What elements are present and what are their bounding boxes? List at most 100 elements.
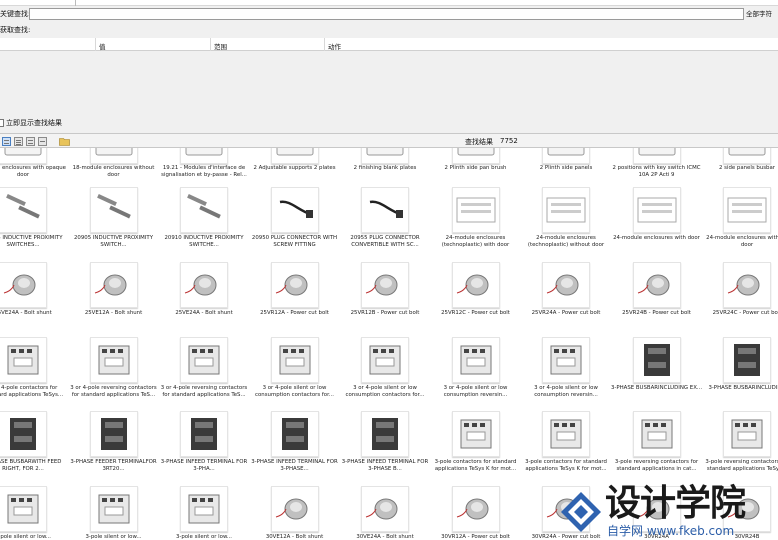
result-thumbnail[interactable] xyxy=(723,337,771,383)
result-thumbnail[interactable] xyxy=(270,486,319,532)
result-item[interactable]: 3 or 4-pole silent or low consumption co… xyxy=(250,335,340,410)
result-item[interactable]: 25VE24A - Bolt shunt xyxy=(0,260,68,335)
result-thumbnail[interactable] xyxy=(180,411,228,457)
result-thumbnail[interactable] xyxy=(361,337,409,383)
result-thumbnail[interactable] xyxy=(270,411,319,457)
result-thumbnail[interactable] xyxy=(0,187,47,233)
result-item[interactable]: 3-PHASE INFEED TERMINAL FOR 3-PHASE... xyxy=(250,409,340,484)
result-item[interactable]: 3-pole silent or low... xyxy=(0,484,68,540)
result-thumbnail[interactable] xyxy=(361,411,409,457)
result-thumbnail[interactable] xyxy=(632,411,681,457)
result-item[interactable]: 25VR24B - Power cut bolt xyxy=(612,260,702,335)
result-item[interactable]: 24-module enclosures without door xyxy=(702,185,778,260)
result-thumbnail[interactable] xyxy=(270,337,319,383)
result-thumbnail[interactable] xyxy=(180,486,228,532)
result-thumbnail[interactable] xyxy=(89,411,138,457)
tiles-view-icon[interactable] xyxy=(38,137,47,146)
result-thumbnail[interactable] xyxy=(451,148,500,164)
result-thumbnail[interactable] xyxy=(0,148,47,164)
result-item[interactable]: 3-PHASE BUSBARINCLUDING EX... xyxy=(611,335,702,410)
result-item[interactable]: 3-PHASE INFEED TERMINAL FOR 3-PHASE B... xyxy=(340,409,430,484)
result-item[interactable]: 25VR12A - Power cut bolt xyxy=(250,260,340,335)
show-results-checkbox[interactable] xyxy=(0,119,4,127)
result-thumbnail[interactable] xyxy=(89,486,138,532)
result-item[interactable]: 3 or 4-pole reversing contactors for sta… xyxy=(159,335,249,410)
result-thumbnail[interactable] xyxy=(270,187,319,233)
result-item[interactable]: 3-PHASE BUSBARWITH FEED RIGHT, FOR 2... xyxy=(0,409,68,484)
result-thumbnail[interactable] xyxy=(451,262,500,308)
result-item[interactable]: 3-pole silent or low... xyxy=(159,484,249,540)
result-item[interactable]: 20955 PLUG CONNECTOR CONVERTIBLE WITH SC… xyxy=(340,185,430,260)
result-item[interactable]: 20910 INDUCTIVE PROXIMITY SWITCHE... xyxy=(159,185,249,260)
result-item[interactable]: 25VR24C - Power cut bolt xyxy=(702,260,778,335)
result-thumbnail[interactable] xyxy=(180,148,228,164)
result-thumbnail[interactable] xyxy=(542,337,590,383)
result-thumbnail[interactable] xyxy=(632,337,681,383)
details-view-icon[interactable] xyxy=(26,137,35,146)
result-thumbnail[interactable] xyxy=(89,262,138,308)
result-thumbnail[interactable] xyxy=(542,411,590,457)
result-thumbnail[interactable] xyxy=(451,411,500,457)
result-item[interactable]: 3-pole contactors for standard applicati… xyxy=(431,409,521,484)
result-thumbnail[interactable] xyxy=(361,486,409,532)
result-item[interactable]: 20950 PLUG CONNECTOR WITH SCREW FITTING xyxy=(250,185,340,260)
result-item[interactable]: 3 or 4-pole silent or low consumption re… xyxy=(521,335,611,410)
result-thumbnail[interactable] xyxy=(632,148,681,164)
result-thumbnail[interactable] xyxy=(723,187,771,233)
result-item[interactable]: 25VR12B - Power cut bolt xyxy=(340,260,430,335)
search-input[interactable] xyxy=(29,8,744,20)
result-item[interactable]: 3-PHASE INFEED TERMINAL FOR 3-PHA... xyxy=(159,409,249,484)
result-thumbnail[interactable] xyxy=(632,262,681,308)
result-item[interactable]: 25VR12C - Power cut bolt xyxy=(431,260,521,335)
result-item[interactable]: 3 or 4-pole reversing contactors for sta… xyxy=(69,335,159,410)
list-view-icon[interactable] xyxy=(14,137,23,146)
result-thumbnail[interactable] xyxy=(0,411,47,457)
result-item[interactable]: 3 or 4-pole silent or low consumption co… xyxy=(340,335,430,410)
result-thumbnail[interactable] xyxy=(361,262,409,308)
result-thumbnail[interactable] xyxy=(270,148,319,164)
result-item[interactable]: 25VR24A - Power cut bolt xyxy=(521,260,611,335)
result-thumbnail[interactable] xyxy=(0,486,47,532)
result-item[interactable]: 3 or 4-pole silent or low consumption re… xyxy=(431,335,521,410)
result-thumbnail[interactable] xyxy=(89,148,138,164)
result-item[interactable]: 30VE24A - Bolt shunt xyxy=(340,484,430,540)
result-item[interactable]: 20905 INDUCTIVE PROXIMITY SWITCHES... xyxy=(0,185,68,260)
result-thumbnail[interactable] xyxy=(542,187,590,233)
result-item[interactable]: 30VR12A - Power cut bolt xyxy=(431,484,521,540)
result-item[interactable]: 3-PHASE BUSBARINCLUDING xyxy=(702,335,778,410)
result-item[interactable]: 25VE24A - Bolt shunt xyxy=(159,260,249,335)
result-item[interactable]: 25VE12A - Bolt shunt xyxy=(69,260,159,335)
result-thumbnail[interactable] xyxy=(361,187,409,233)
result-thumbnail[interactable] xyxy=(0,262,47,308)
thumbnail-view-icon[interactable] xyxy=(2,137,11,146)
result-thumbnail[interactable] xyxy=(180,187,228,233)
result-item[interactable]: 3 or 4-pole contactors for standard appl… xyxy=(0,335,68,410)
result-thumbnail[interactable] xyxy=(723,262,771,308)
result-thumbnail[interactable] xyxy=(89,187,138,233)
result-thumbnail[interactable] xyxy=(542,262,590,308)
open-folder-icon[interactable] xyxy=(59,137,70,146)
result-thumbnail[interactable] xyxy=(723,411,771,457)
result-thumbnail[interactable] xyxy=(451,337,500,383)
result-thumbnail[interactable] xyxy=(361,148,409,164)
search-all-button[interactable]: 全部字符 xyxy=(746,8,772,20)
column-header-value[interactable]: 值 xyxy=(99,41,106,51)
result-item[interactable]: 24-module enclosures (technoplastic) wit… xyxy=(521,185,611,260)
result-item[interactable]: 24-module enclosures with door xyxy=(612,185,702,260)
result-thumbnail[interactable] xyxy=(0,337,47,383)
result-item[interactable]: 30VE12A - Bolt shunt xyxy=(250,484,340,540)
result-thumbnail[interactable] xyxy=(451,486,500,532)
result-item[interactable]: 24-module enclosures (technoplastic) wit… xyxy=(431,185,521,260)
result-thumbnail[interactable] xyxy=(180,337,228,383)
result-item[interactable]: 3-PHASE FEEDER TERMINALFOR 3RT20... xyxy=(69,409,159,484)
column-header-action[interactable]: 动作 xyxy=(328,41,341,51)
result-thumbnail[interactable] xyxy=(723,148,771,164)
result-thumbnail[interactable] xyxy=(89,337,138,383)
column-header-range[interactable]: 范围 xyxy=(214,41,227,51)
criteria-table[interactable]: 值 范围 动作 xyxy=(0,38,778,117)
result-item[interactable]: 20905 INDUCTIVE PROXIMITY SWITCH... xyxy=(69,185,159,260)
result-thumbnail[interactable] xyxy=(180,262,228,308)
result-thumbnail[interactable] xyxy=(451,187,500,233)
result-thumbnail[interactable] xyxy=(270,262,319,308)
result-item[interactable]: 3-pole silent or low... xyxy=(69,484,159,540)
